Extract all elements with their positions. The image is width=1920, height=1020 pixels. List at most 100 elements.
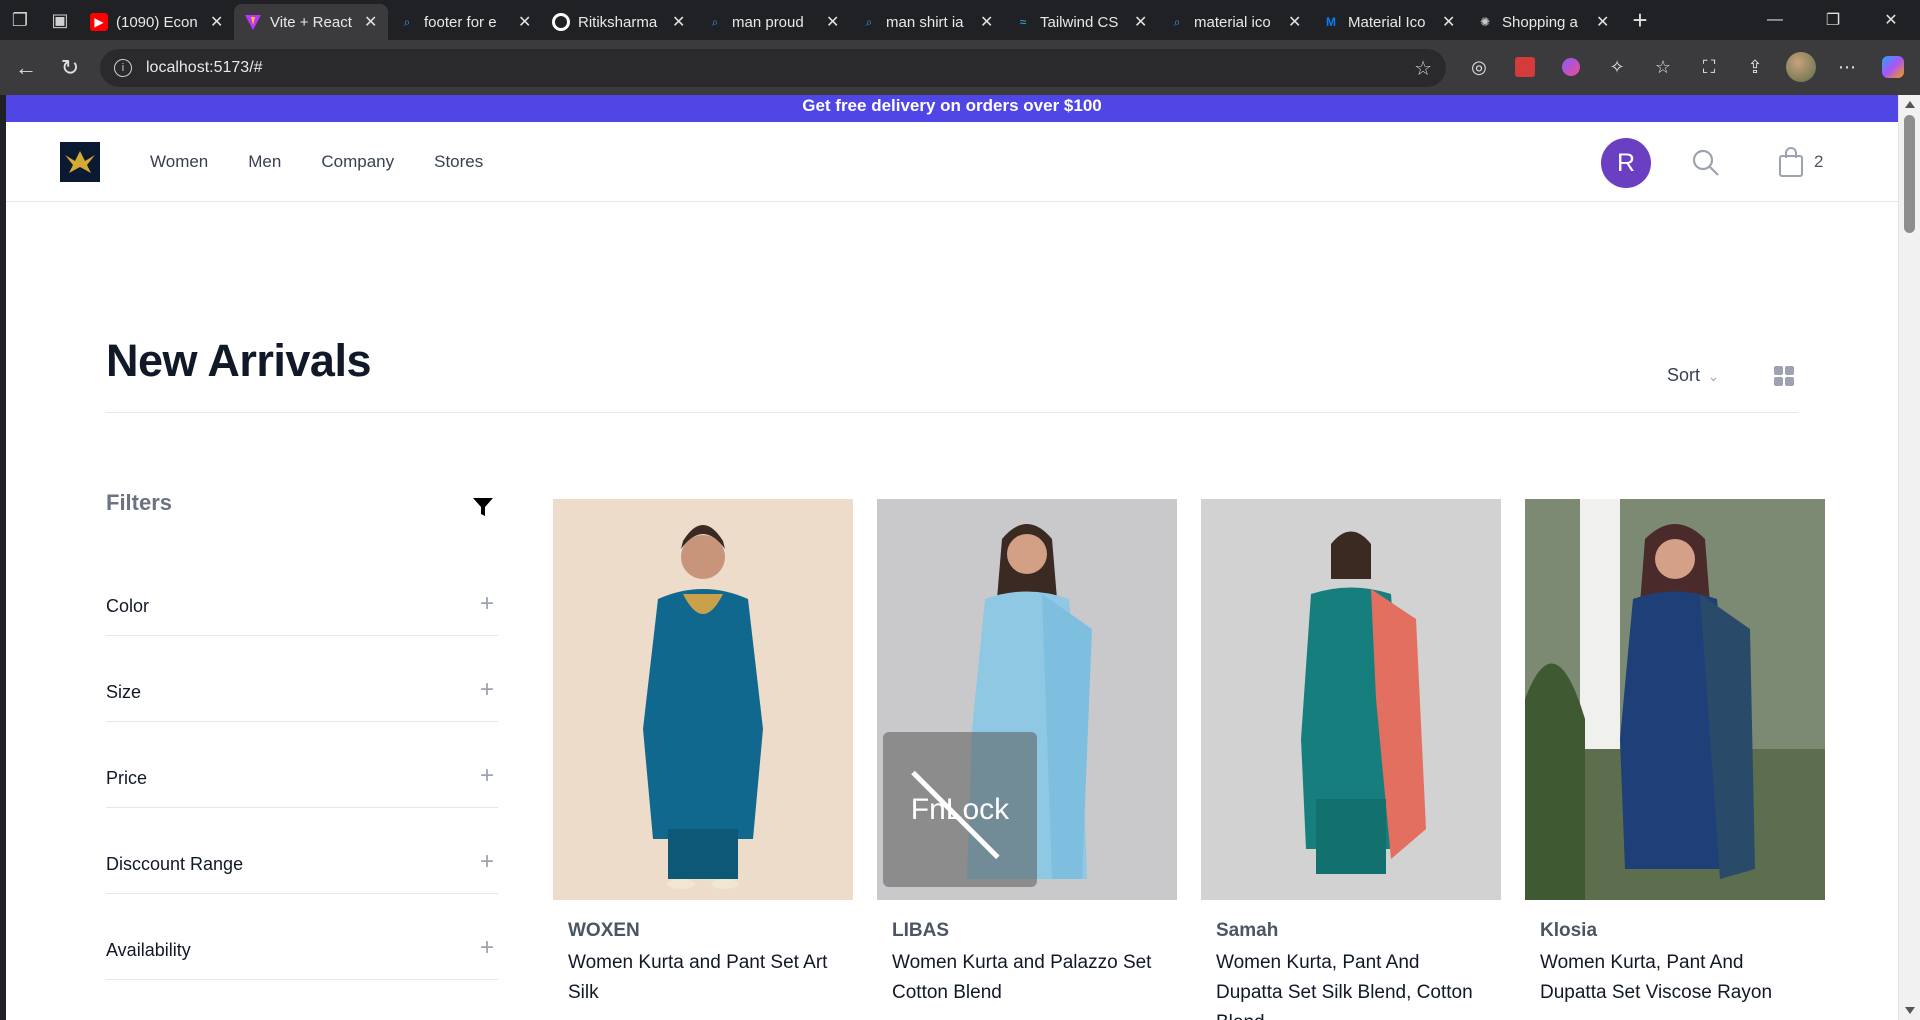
favorites-icon[interactable]: ☆ bbox=[1644, 48, 1682, 86]
workspaces-icon[interactable]: ❐ bbox=[0, 0, 40, 40]
heading-row: New Arrivals Sort ⌄ bbox=[106, 335, 1798, 413]
close-icon[interactable]: ✕ bbox=[980, 12, 994, 32]
filter-section-availability[interactable]: Availability + bbox=[106, 894, 498, 980]
page-viewport: Get free delivery on orders over $100 Wo… bbox=[6, 95, 1898, 1020]
product-name[interactable]: Women Kurta, Pant And Dupatta Set Viscos… bbox=[1540, 948, 1810, 1008]
filters-heading: Filters bbox=[106, 490, 498, 550]
product-name[interactable]: Women Kurta and Palazzo Set Cotton Blend bbox=[892, 948, 1162, 1008]
filters-title: Filters bbox=[106, 490, 173, 515]
sort-dropdown[interactable]: Sort ⌄ bbox=[1667, 365, 1719, 386]
tab-3[interactable]: Ritiksharma ✕ bbox=[542, 6, 696, 38]
logo[interactable] bbox=[60, 142, 100, 182]
cart-count: 2 bbox=[1814, 152, 1824, 171]
address-bar[interactable]: i localhost:5173/# ☆ bbox=[100, 49, 1446, 87]
filter-section-color[interactable]: Color + bbox=[106, 550, 498, 636]
product-grid: WOXEN Women Kurta and Pant Set Art Silk … bbox=[553, 499, 1825, 1020]
favorite-star-icon[interactable]: ☆ bbox=[1414, 56, 1432, 81]
tab-bar: ❐ ▣ ▶ (1090) Econ ✕ Vite + React ✕ ⌕ foo… bbox=[0, 0, 1920, 40]
close-icon[interactable]: ✕ bbox=[210, 12, 224, 32]
product-card[interactable]: WOXEN Women Kurta and Pant Set Art Silk bbox=[553, 499, 853, 1020]
screenshot-icon[interactable]: ⛶ bbox=[1690, 48, 1728, 86]
user-avatar[interactable]: R bbox=[1601, 138, 1651, 188]
close-icon[interactable]: ✕ bbox=[826, 12, 840, 32]
close-icon[interactable]: ✕ bbox=[518, 12, 532, 32]
tab-7[interactable]: ⌕ material ico ✕ bbox=[1158, 6, 1312, 38]
site-info-icon[interactable]: i bbox=[114, 59, 132, 77]
plus-icon[interactable]: + bbox=[480, 934, 494, 962]
reload-icon[interactable]: ↻ bbox=[48, 46, 92, 90]
product-card[interactable]: Klosia Women Kurta, Pant And Dupatta Set… bbox=[1525, 499, 1825, 1020]
sort-label: Sort bbox=[1667, 365, 1701, 385]
address-bar-row: ← ↻ i localhost:5173/# ☆ ◎ ✧ ☆ ⛶ ⇪ ⋯ bbox=[0, 40, 1920, 95]
copilot-icon[interactable] bbox=[1874, 48, 1912, 86]
tab-2[interactable]: ⌕ footer for e ✕ bbox=[388, 6, 542, 38]
filter-section-discount-range[interactable]: Disccount Range + bbox=[106, 808, 498, 894]
close-icon[interactable]: ✕ bbox=[1442, 12, 1456, 32]
product-brand: WOXEN bbox=[568, 920, 640, 941]
site-header: Women Men Company Stores R 2 bbox=[6, 122, 1898, 202]
close-icon[interactable]: ✕ bbox=[672, 12, 686, 32]
new-tab-button[interactable]: + bbox=[1620, 5, 1660, 36]
product-image[interactable] bbox=[1201, 499, 1501, 900]
plus-icon[interactable]: + bbox=[480, 590, 494, 618]
youtube-icon: ▶ bbox=[90, 13, 108, 31]
search-icon: ⌕ bbox=[403, 14, 411, 29]
url-text[interactable]: localhost:5173/# bbox=[146, 59, 1414, 77]
scroll-up-arrow-icon[interactable] bbox=[1905, 101, 1915, 108]
tab-5[interactable]: ⌕ man shirt ia ✕ bbox=[850, 6, 1004, 38]
filter-section-size[interactable]: Size + bbox=[106, 636, 498, 722]
scrollbar-thumb[interactable] bbox=[1904, 115, 1915, 233]
filter-icon[interactable] bbox=[472, 496, 494, 518]
minimize-icon[interactable]: — bbox=[1746, 0, 1804, 40]
tailwind-icon: ≈ bbox=[1019, 15, 1027, 29]
tab-4[interactable]: ⌕ man proud ✕ bbox=[696, 6, 850, 38]
extension-red-icon[interactable] bbox=[1506, 48, 1544, 86]
chatgpt-icon: ✺ bbox=[1479, 15, 1491, 29]
more-options-icon[interactable]: ⋯ bbox=[1828, 48, 1866, 86]
promo-banner: Get free delivery on orders over $100 bbox=[6, 95, 1898, 122]
search-icon: ⌕ bbox=[711, 14, 719, 29]
close-icon[interactable]: ✕ bbox=[1596, 12, 1610, 32]
close-icon[interactable]: ✕ bbox=[364, 12, 378, 32]
back-icon[interactable]: ← bbox=[4, 46, 48, 90]
extensions-icon[interactable]: ✧ bbox=[1598, 48, 1636, 86]
product-image[interactable] bbox=[553, 499, 853, 900]
plus-icon[interactable]: + bbox=[480, 676, 494, 704]
vite-icon bbox=[244, 13, 262, 31]
product-name[interactable]: Women Kurta, Pant And Dupatta Set Silk B… bbox=[1216, 948, 1486, 1020]
close-window-icon[interactable]: ✕ bbox=[1862, 0, 1920, 40]
close-icon[interactable]: ✕ bbox=[1134, 12, 1148, 32]
main-nav: Women Men Company Stores bbox=[150, 152, 483, 172]
tab-1[interactable]: Vite + React ✕ bbox=[234, 4, 388, 40]
plus-icon[interactable]: + bbox=[480, 762, 494, 790]
nav-link-stores[interactable]: Stores bbox=[434, 152, 483, 172]
grid-view-icon[interactable] bbox=[1773, 365, 1795, 387]
shopping-bag-icon[interactable] bbox=[1776, 146, 1806, 178]
share-icon[interactable]: ⇪ bbox=[1736, 48, 1774, 86]
product-image[interactable] bbox=[1525, 499, 1825, 900]
restore-icon[interactable]: ❐ bbox=[1804, 0, 1862, 40]
page-scrollbar[interactable] bbox=[1898, 95, 1920, 1020]
nav-link-men[interactable]: Men bbox=[248, 152, 281, 172]
extension-purple-icon[interactable] bbox=[1552, 48, 1590, 86]
github-icon bbox=[552, 13, 570, 31]
vertical-tabs-icon[interactable]: ▣ bbox=[40, 0, 80, 40]
close-icon[interactable]: ✕ bbox=[1288, 12, 1302, 32]
plus-icon[interactable]: + bbox=[480, 848, 494, 876]
chevron-down-icon: ⌄ bbox=[1708, 369, 1719, 384]
product-brand: Samah bbox=[1216, 920, 1279, 941]
product-brand: LIBAS bbox=[892, 920, 949, 941]
nav-link-women[interactable]: Women bbox=[150, 152, 208, 172]
profile-avatar[interactable] bbox=[1782, 48, 1820, 86]
product-name[interactable]: Women Kurta and Pant Set Art Silk bbox=[568, 948, 838, 1008]
tab-9[interactable]: ✺ Shopping a ✕ bbox=[1466, 6, 1620, 38]
search-icon[interactable] bbox=[1691, 148, 1721, 178]
nav-link-company[interactable]: Company bbox=[321, 152, 394, 172]
product-card[interactable]: Samah Women Kurta, Pant And Dupatta Set … bbox=[1201, 499, 1501, 1020]
filter-section-price[interactable]: Price + bbox=[106, 722, 498, 808]
tab-6[interactable]: ≈ Tailwind CS ✕ bbox=[1004, 6, 1158, 38]
tracking-icon[interactable]: ◎ bbox=[1460, 48, 1498, 86]
tab-0[interactable]: ▶ (1090) Econ ✕ bbox=[80, 6, 234, 38]
tab-8[interactable]: M Material Ico ✕ bbox=[1312, 6, 1466, 38]
scroll-down-arrow-icon[interactable] bbox=[1905, 1007, 1915, 1014]
